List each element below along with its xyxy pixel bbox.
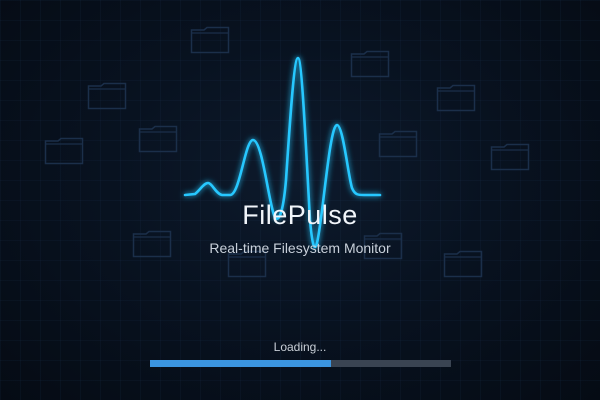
app-subtitle: Real-time Filesystem Monitor — [209, 240, 391, 256]
progress-fill — [150, 360, 331, 367]
app-title: FilePulse — [242, 200, 358, 230]
progress-bar — [150, 360, 451, 367]
loading-label: Loading... — [273, 340, 327, 354]
splash-screen: FilePulse Real-time Filesystem Monitor L… — [0, 0, 600, 400]
